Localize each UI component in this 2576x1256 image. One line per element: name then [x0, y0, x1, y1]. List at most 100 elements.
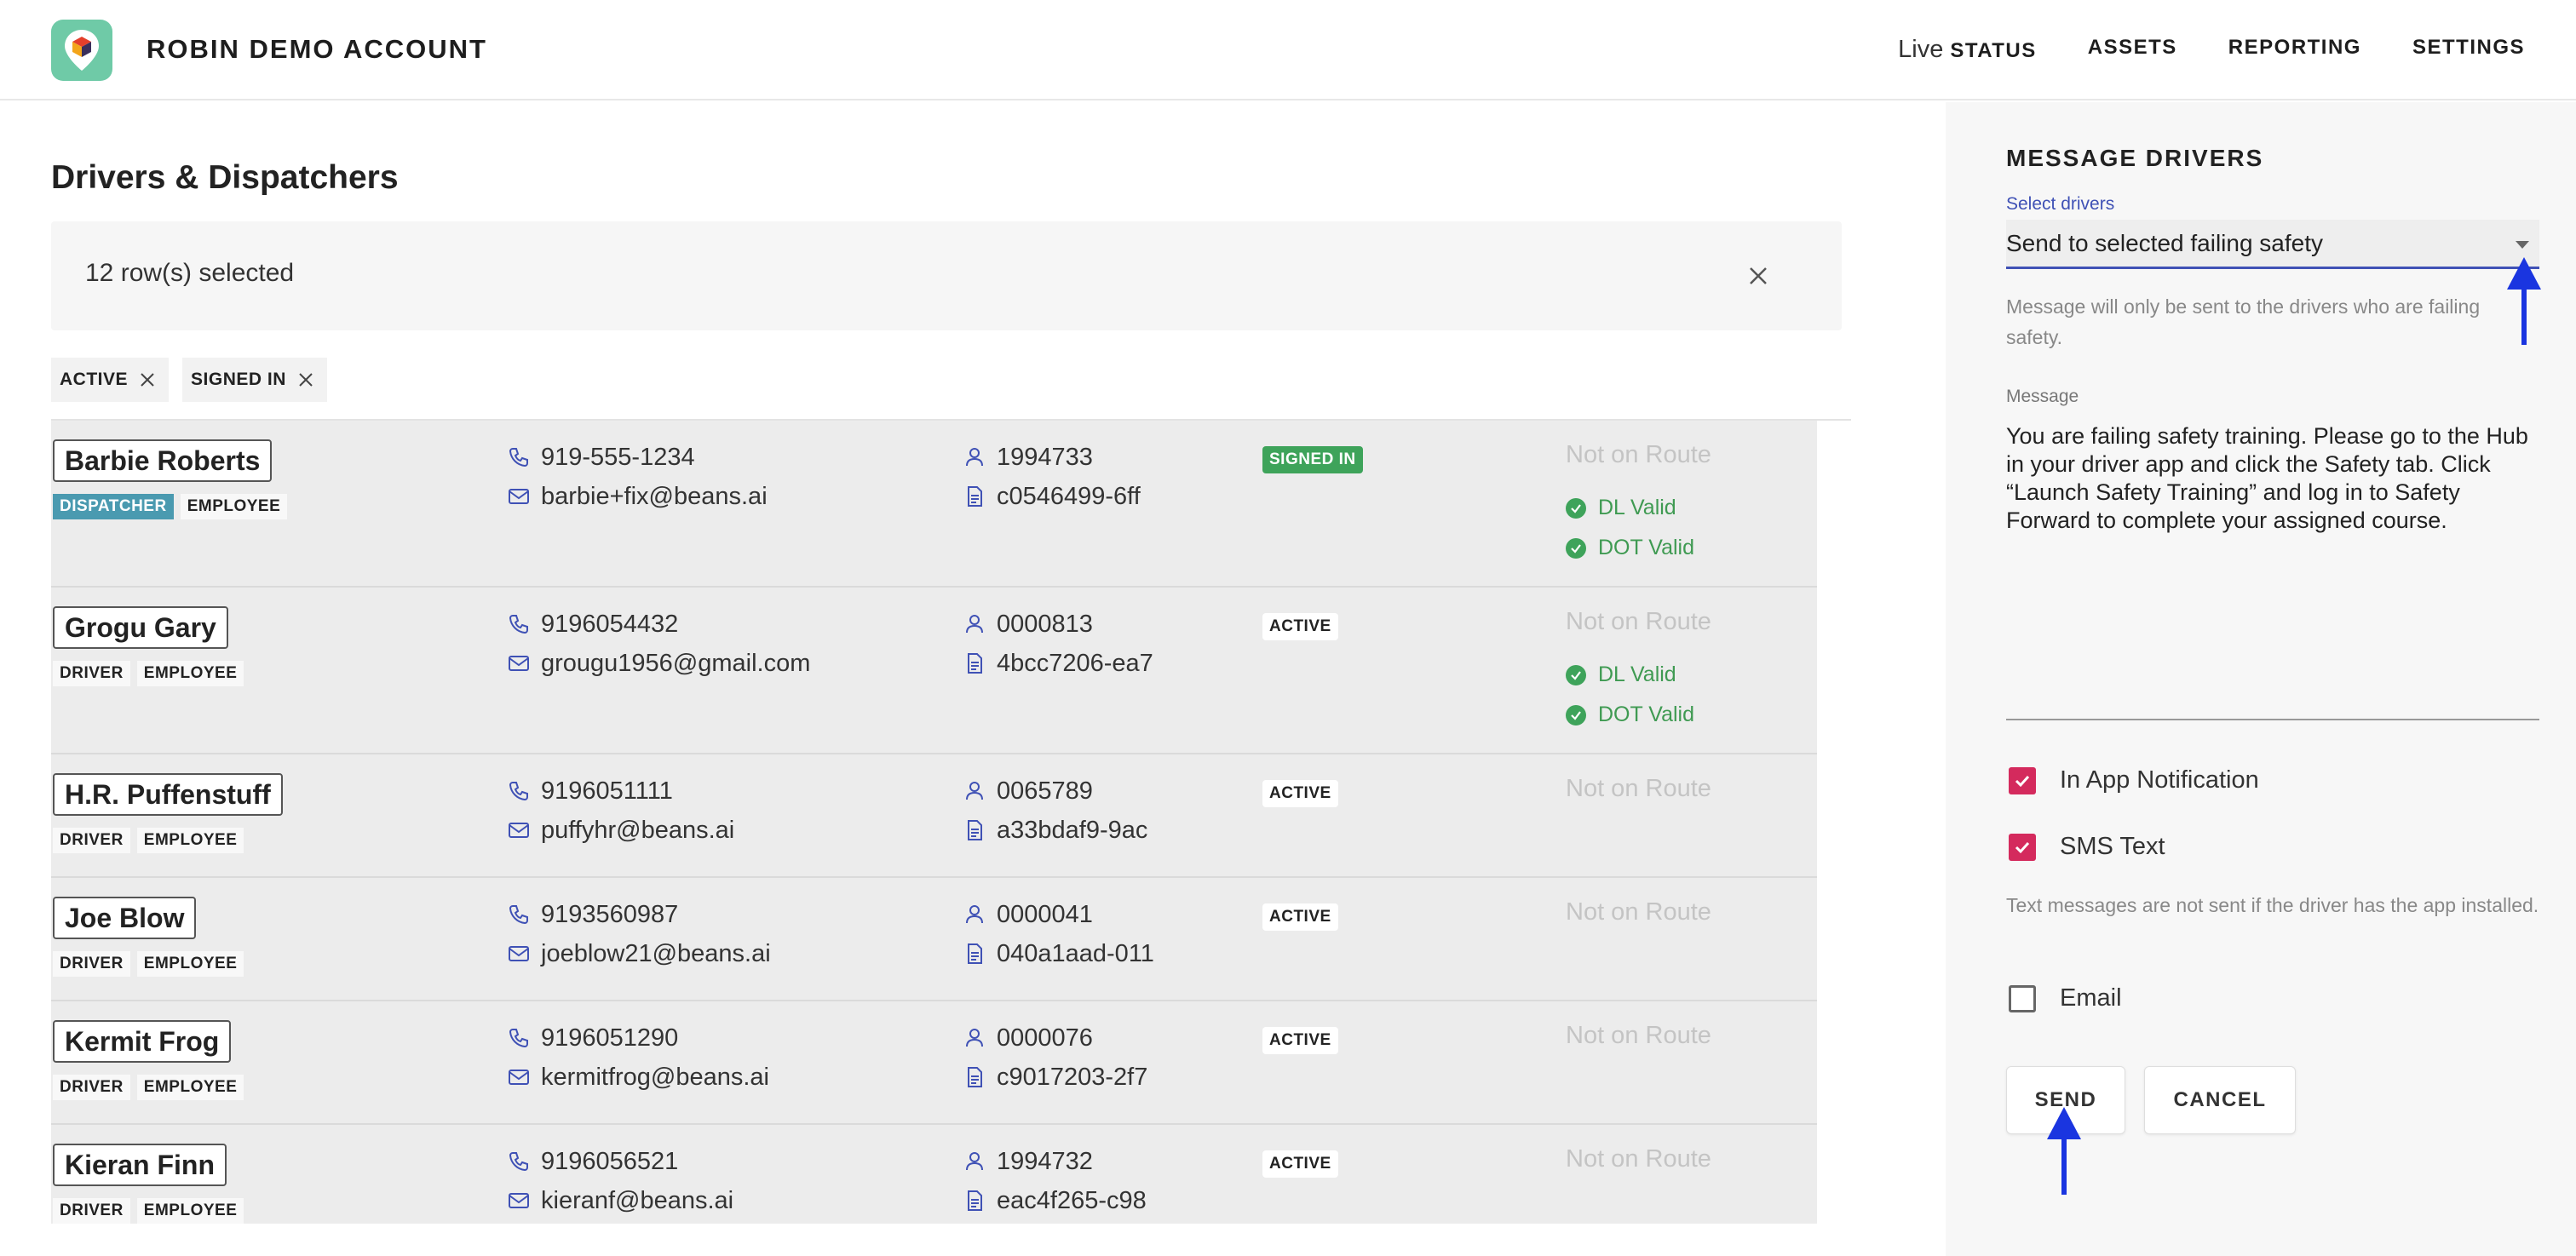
employee-id: 0000076	[997, 1024, 1093, 1052]
driver-name[interactable]: Barbie Roberts	[53, 439, 273, 482]
id-info: 0000813 4bcc7206-ea7	[963, 605, 1153, 683]
phone-number: 9193560987	[541, 900, 679, 928]
dl-valid: DL Valid	[1566, 662, 1676, 687]
mail-icon	[509, 823, 529, 838]
driver-name[interactable]: Kermit Frog	[53, 1020, 232, 1063]
driver-name[interactable]: Kieran Finn	[53, 1144, 227, 1186]
table-row[interactable]: Kermit Frog DRIVER EMPLOYEE 9196051290 k…	[51, 1001, 1817, 1125]
employee-id-line: 0000041	[963, 895, 1154, 934]
panel-title: MESSAGE DRIVERS	[2006, 145, 2264, 171]
status-badge: ACTIVE	[1262, 1027, 1338, 1054]
filter-chips: ACTIVE SIGNED IN	[51, 358, 327, 402]
table-row[interactable]: Grogu Gary DRIVER EMPLOYEE 9196054432 gr…	[51, 588, 1817, 754]
table-row[interactable]: Kieran Finn DRIVER EMPLOYEE 9196056521 k…	[51, 1125, 1817, 1224]
email-option[interactable]: Email	[2009, 984, 2122, 1012]
cancel-button[interactable]: CANCEL	[2144, 1066, 2296, 1134]
role-tags: DISPATCHER EMPLOYEE	[53, 494, 288, 519]
role-tag: DISPATCHER	[53, 494, 174, 519]
message-textarea[interactable]: You are failing safety training. Please …	[2006, 422, 2539, 720]
employee-id-line: 0000076	[963, 1018, 1147, 1058]
route-status: Not on Route	[1566, 1022, 1711, 1049]
table-row[interactable]: Barbie Roberts DISPATCHER EMPLOYEE 919-5…	[51, 421, 1817, 588]
sms-text-option[interactable]: SMS Text	[2009, 833, 2165, 861]
status-badge: ACTIVE	[1262, 780, 1338, 807]
email-label: Email	[2060, 984, 2122, 1012]
phone-number: 9196051290	[541, 1024, 679, 1052]
role-tag: EMPLOYEE	[136, 828, 244, 853]
route-status: Not on Route	[1566, 1145, 1711, 1173]
email-line: puffyhr@beans.ai	[507, 811, 734, 850]
app-logo-icon[interactable]	[51, 20, 112, 81]
employee-id: 1994732	[997, 1147, 1093, 1175]
table-row[interactable]: Joe Blow DRIVER EMPLOYEE 9193560987 joeb…	[51, 878, 1817, 1001]
remove-filter-icon[interactable]	[296, 370, 315, 389]
email-line: grougu1956@gmail.com	[507, 644, 810, 683]
phone-icon	[509, 448, 528, 467]
person-icon	[966, 1152, 983, 1171]
phone-number: 9196054432	[541, 610, 679, 638]
nav-reporting[interactable]: REPORTING	[2228, 36, 2361, 64]
document-icon	[968, 1190, 982, 1211]
clear-selection-icon[interactable]	[1743, 261, 1774, 291]
employee-id-line: 0065789	[963, 771, 1147, 811]
checkbox-checked-icon[interactable]	[2009, 766, 2036, 794]
person-icon	[966, 1029, 983, 1047]
dot-valid: DOT Valid	[1566, 536, 1694, 560]
page-title: Drivers & Dispatchers	[51, 159, 399, 196]
role-tag: DRIVER	[53, 1075, 130, 1100]
person-icon	[966, 448, 983, 467]
checkbox-unchecked-icon[interactable]	[2009, 984, 2036, 1012]
checkbox-checked-icon[interactable]	[2009, 833, 2036, 861]
phone-line: 9196051290	[507, 1018, 769, 1058]
dot-valid: DOT Valid	[1566, 703, 1694, 727]
select-value: Send to selected failing safety	[2006, 230, 2324, 256]
employee-id: 1994733	[997, 443, 1093, 471]
contact-info: 9193560987 joeblow21@beans.ai	[507, 895, 771, 973]
document-icon	[968, 943, 982, 964]
message-drivers-panel: MESSAGE DRIVERS Select drivers Send to s…	[1946, 102, 2576, 1256]
nav-live-status[interactable]: Live STATUS	[1898, 36, 2037, 64]
account-title: ROBIN DEMO ACCOUNT	[147, 34, 487, 64]
remove-filter-icon[interactable]	[138, 370, 157, 389]
driver-name[interactable]: H.R. Puffenstuff	[53, 773, 283, 816]
route-status: Not on Route	[1566, 775, 1711, 802]
filter-chip-signed-in[interactable]: SIGNED IN	[182, 358, 327, 402]
doc-id-line: eac4f265-c98	[963, 1181, 1147, 1220]
driver-name[interactable]: Grogu Gary	[53, 606, 228, 649]
in-app-label: In App Notification	[2060, 766, 2259, 794]
phone-number: 9196051111	[541, 777, 673, 805]
nav-settings[interactable]: SETTINGS	[2412, 36, 2525, 64]
select-drivers-dropdown[interactable]: Send to selected failing safety	[2006, 220, 2539, 269]
document-id: a33bdaf9-9ac	[997, 816, 1148, 844]
selection-count: 12 row(s) selected	[85, 259, 295, 287]
check-circle-icon	[1566, 497, 1586, 519]
in-app-notification-option[interactable]: In App Notification	[2009, 766, 2259, 794]
employee-id-line: 1994733	[963, 438, 1141, 477]
doc-id-line: a33bdaf9-9ac	[963, 811, 1147, 850]
phone-line: 9196054432	[507, 605, 810, 644]
role-tag: EMPLOYEE	[136, 1198, 244, 1224]
role-tags: DRIVER EMPLOYEE	[53, 828, 244, 853]
email-address: barbie+fix@beans.ai	[541, 482, 768, 510]
employee-id-line: 0000813	[963, 605, 1153, 644]
phone-icon	[509, 905, 528, 925]
email-line: barbie+fix@beans.ai	[507, 477, 768, 516]
mail-icon	[509, 946, 529, 961]
role-tag: DRIVER	[53, 661, 130, 686]
nav-assets[interactable]: ASSETS	[2088, 36, 2177, 64]
role-tags: DRIVER EMPLOYEE	[53, 951, 244, 977]
check-circle-icon	[1566, 664, 1586, 685]
validation-label: DOT Valid	[1598, 703, 1695, 726]
email-address: joeblow21@beans.ai	[541, 939, 771, 967]
id-info: 1994732 eac4f265-c98	[963, 1142, 1147, 1220]
table-row[interactable]: H.R. Puffenstuff DRIVER EMPLOYEE 9196051…	[51, 754, 1817, 878]
person-icon	[966, 905, 983, 924]
contact-info: 9196054432 grougu1956@gmail.com	[507, 605, 810, 683]
driver-name[interactable]: Joe Blow	[53, 897, 197, 939]
filter-chip-active[interactable]: ACTIVE	[51, 358, 170, 402]
filter-chip-label: SIGNED IN	[191, 370, 286, 389]
id-info: 0065789 a33bdaf9-9ac	[963, 771, 1147, 850]
document-id: eac4f265-c98	[997, 1186, 1147, 1214]
validation-label: DL Valid	[1598, 496, 1676, 519]
arrow-up-icon	[2507, 257, 2541, 345]
